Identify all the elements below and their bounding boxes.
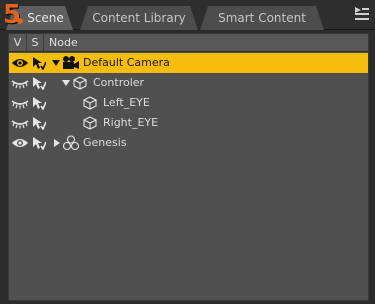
cube-icon	[83, 93, 97, 113]
figure-icon	[62, 133, 80, 153]
tab-smart-content-label: Smart Content	[218, 11, 306, 25]
tree-row-genesis[interactable]: Genesis	[9, 133, 368, 153]
pane-menu-icon[interactable]	[355, 7, 369, 20]
node-label-right-eye: Right_EYE	[103, 116, 159, 129]
tab-smart-content[interactable]: Smart Content	[200, 6, 324, 30]
column-visible[interactable]: V	[9, 34, 27, 51]
select-arrow-icon[interactable]	[32, 113, 46, 133]
tree-row-controler[interactable]: Controler	[9, 73, 368, 93]
eye-closed-icon[interactable]	[11, 113, 29, 133]
expand-arrow-icon[interactable]	[52, 53, 60, 73]
node-label-left-eye: Left_EYE	[103, 96, 150, 109]
cube-icon	[83, 113, 97, 133]
eye-open-icon[interactable]	[11, 53, 29, 73]
select-arrow-icon[interactable]	[32, 93, 46, 113]
node-label-genesis: Genesis	[83, 136, 127, 149]
tree-row-default-camera[interactable]: Default Camera	[9, 53, 368, 73]
tab-scene-label: Scene	[27, 11, 64, 25]
tree-row-left-eye[interactable]: Left_EYE	[9, 93, 368, 113]
node-label-default-camera: Default Camera	[83, 56, 170, 69]
column-visible-label: V	[13, 36, 22, 49]
eye-closed-icon[interactable]	[11, 73, 29, 93]
select-arrow-icon[interactable]	[32, 53, 46, 73]
column-selectable[interactable]: S	[27, 34, 44, 51]
select-arrow-icon[interactable]	[32, 133, 46, 153]
step-number-badge: 5	[3, 0, 23, 30]
camera-icon	[62, 53, 80, 73]
eye-open-icon[interactable]	[11, 133, 29, 153]
eye-closed-icon[interactable]	[11, 93, 29, 113]
tab-content-library[interactable]: Content Library	[80, 6, 198, 30]
node-label-controler: Controler	[93, 76, 145, 89]
column-selectable-label: S	[31, 36, 39, 49]
tree-row-right-eye[interactable]: Right_EYE	[9, 113, 368, 133]
select-arrow-icon[interactable]	[32, 73, 46, 93]
collapse-arrow-icon[interactable]	[53, 133, 61, 153]
tab-bar: 5 Scene Content Library Smart Content	[0, 0, 375, 30]
column-node[interactable]: Node	[44, 34, 78, 51]
scene-tree-panel: V S Node Default Camera Controler Left_E…	[8, 33, 369, 301]
expand-arrow-icon[interactable]	[62, 73, 70, 93]
column-node-label: Node	[49, 36, 78, 49]
tab-content-library-label: Content Library	[92, 11, 186, 25]
column-header: V S Node	[9, 34, 368, 52]
cube-icon	[73, 73, 87, 93]
